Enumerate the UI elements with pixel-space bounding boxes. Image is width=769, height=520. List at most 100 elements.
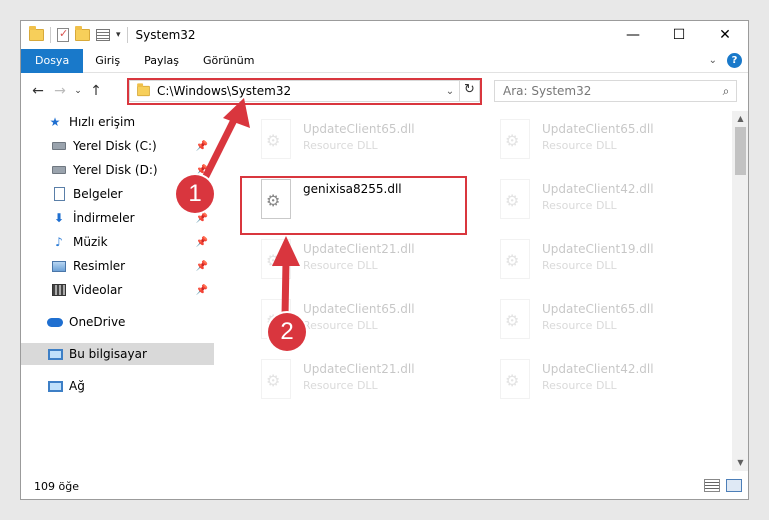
file-name: UpdateClient65.dll (542, 122, 654, 136)
file-type: Resource DLL (303, 259, 378, 272)
network-icon (47, 379, 63, 393)
item-count: 109 öğe (34, 479, 79, 493)
details-view-icon[interactable] (704, 479, 720, 492)
search-box[interactable]: Ara: System32 ⌕ (494, 80, 737, 102)
file-item[interactable]: ⚙ UpdateClient42.dll Resource DLL (492, 177, 722, 227)
sidebar-item-pictures[interactable]: Resimler 📌 (21, 255, 214, 277)
properties-check-icon[interactable] (57, 27, 69, 42)
tab-file[interactable]: Dosya (21, 48, 84, 73)
file-type: Resource DLL (542, 199, 617, 212)
music-icon: ♪ (55, 235, 63, 249)
star-icon: ★ (49, 115, 61, 129)
customize-toolbar-caret-icon[interactable]: ▾ (116, 30, 121, 40)
new-folder-icon[interactable] (75, 26, 90, 41)
scroll-down-arrow-icon[interactable]: ▼ (732, 455, 748, 471)
sidebar-item-label: Resimler (73, 259, 126, 273)
sidebar-item-label: Bu bilgisayar (69, 347, 147, 361)
divider (50, 27, 51, 43)
dll-file-icon: ⚙ (500, 179, 530, 219)
recent-locations-button[interactable]: ⌄ (71, 86, 85, 96)
dll-file-icon: ⚙ (261, 119, 291, 159)
this-pc-icon (47, 347, 63, 361)
window-controls: — ☐ ✕ (610, 21, 748, 49)
forward-button[interactable]: → (49, 83, 71, 99)
pin-icon: 📌 (195, 236, 208, 248)
ribbon-right-controls: ⌄ ? (709, 53, 742, 68)
sidebar-item-this-pc[interactable]: Bu bilgisayar (21, 343, 214, 365)
tab-view[interactable]: Görünüm (191, 49, 266, 73)
file-type: Resource DLL (542, 259, 617, 272)
search-input[interactable]: Ara: System32 (503, 84, 716, 98)
drive-icon (51, 139, 67, 153)
pin-icon: 📌 (195, 140, 208, 152)
file-name: UpdateClient21.dll (303, 362, 415, 376)
dll-file-icon: ⚙ (500, 239, 530, 279)
file-name: UpdateClient42.dll (542, 182, 654, 196)
tab-share[interactable]: Paylaş (132, 49, 191, 73)
vertical-scrollbar[interactable]: ▲ ▼ (732, 111, 748, 471)
downloads-icon: ⬇ (53, 211, 65, 225)
file-highlight (240, 176, 467, 235)
tab-home[interactable]: Giriş (83, 49, 132, 73)
file-item[interactable]: ⚙ UpdateClient21.dll Resource DLL (253, 357, 483, 407)
onedrive-icon (47, 315, 63, 329)
help-icon[interactable]: ? (727, 53, 742, 68)
file-type: Resource DLL (303, 319, 378, 332)
minimize-button[interactable]: — (610, 21, 656, 49)
file-name: UpdateClient19.dll (542, 242, 654, 256)
navigation-pane: ★ Hızlı erişim Yerel Disk (C:) 📌 Yerel D… (21, 111, 214, 471)
sidebar-item-label: Videolar (73, 283, 123, 297)
sidebar-item-label: Belgeler (73, 187, 123, 201)
file-item[interactable]: ⚙ UpdateClient65.dll Resource DLL (253, 117, 483, 167)
file-name: UpdateClient21.dll (303, 242, 415, 256)
step-1-badge: 1 (176, 175, 214, 213)
view-buttons (704, 479, 742, 492)
view-options-icon[interactable] (96, 29, 110, 41)
dll-file-icon: ⚙ (261, 239, 291, 279)
sidebar-item-quick-access[interactable]: ★ Hızlı erişim (21, 111, 214, 133)
dll-file-icon: ⚙ (500, 119, 530, 159)
file-name: UpdateClient42.dll (542, 362, 654, 376)
sidebar-item-videos[interactable]: Videolar 📌 (21, 279, 214, 301)
sidebar-item-label: Ağ (69, 379, 85, 393)
file-item[interactable]: ⚙ UpdateClient19.dll Resource DLL (492, 237, 722, 287)
sidebar-item-label: Hızlı erişim (69, 115, 136, 129)
file-item[interactable]: ⚙ UpdateClient42.dll Resource DLL (492, 357, 722, 407)
scroll-up-arrow-icon[interactable]: ▲ (732, 111, 748, 127)
tiles-view-icon[interactable] (726, 479, 742, 492)
back-button[interactable]: ← (27, 83, 49, 99)
search-icon[interactable]: ⌕ (716, 84, 736, 99)
sidebar-item-music[interactable]: ♪ Müzik 📌 (21, 231, 214, 253)
dll-file-icon: ⚙ (261, 359, 291, 399)
file-type: Resource DLL (303, 139, 378, 152)
file-item[interactable]: ⚙ UpdateClient21.dll Resource DLL (253, 237, 483, 287)
explorer-window: ▾ System32 — ☐ ✕ Dosya Giriş Paylaş Görü… (20, 20, 749, 500)
file-name: UpdateClient65.dll (303, 302, 415, 316)
dll-file-icon: ⚙ (500, 359, 530, 399)
sidebar-item-label: Müzik (73, 235, 108, 249)
title-bar: ▾ System32 — ☐ ✕ (21, 21, 748, 49)
up-button[interactable]: ↑ (85, 83, 107, 99)
ribbon-tabs: Dosya Giriş Paylaş Görünüm ⌄ ? (21, 48, 748, 73)
folder-icon (29, 26, 44, 41)
close-button[interactable]: ✕ (702, 21, 748, 49)
quick-access-toolbar: ▾ (29, 26, 128, 43)
sidebar-item-onedrive[interactable]: OneDrive (21, 311, 214, 333)
videos-icon (51, 283, 67, 297)
documents-icon (51, 187, 67, 201)
sidebar-item-label: OneDrive (69, 315, 126, 329)
file-item[interactable]: ⚙ UpdateClient65.dll Resource DLL (492, 297, 722, 347)
sidebar-item-label: Yerel Disk (C:) (73, 139, 157, 153)
sidebar-item-local-disk-c[interactable]: Yerel Disk (C:) 📌 (21, 135, 214, 157)
scrollbar-thumb[interactable] (735, 127, 746, 175)
file-item[interactable]: ⚙ UpdateClient65.dll Resource DLL (492, 117, 722, 167)
sidebar-item-label: İndirmeler (73, 211, 135, 225)
expand-ribbon-chevron-icon[interactable]: ⌄ (709, 55, 717, 66)
maximize-button[interactable]: ☐ (656, 21, 702, 49)
step-2-badge: 2 (268, 313, 306, 351)
sidebar-item-network[interactable]: Ağ (21, 375, 214, 397)
file-name: UpdateClient65.dll (303, 122, 415, 136)
dll-file-icon: ⚙ (500, 299, 530, 339)
window-title: System32 (135, 28, 196, 42)
file-type: Resource DLL (542, 139, 617, 152)
